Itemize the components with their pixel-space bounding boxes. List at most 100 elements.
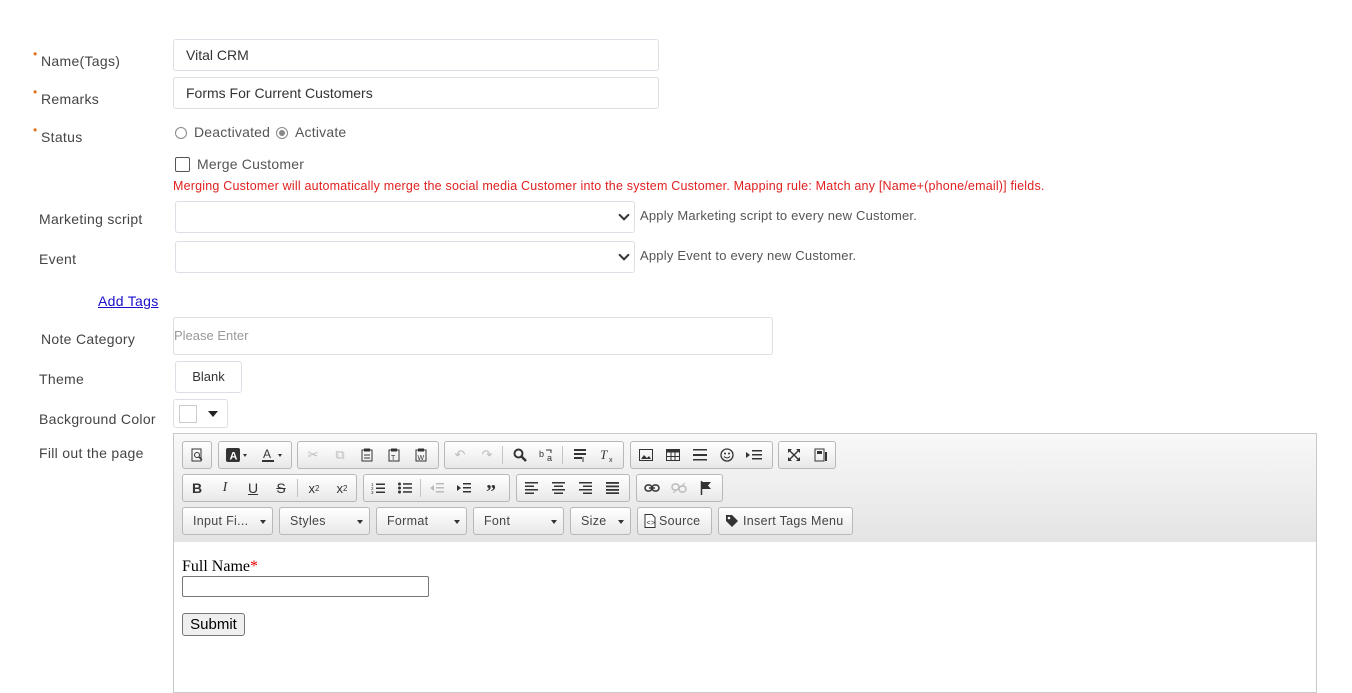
full-name-input[interactable]	[182, 576, 429, 597]
toolbar-group-view	[778, 441, 836, 469]
preview-icon[interactable]	[186, 445, 208, 465]
caret-down-icon	[618, 520, 624, 524]
font-dropdown[interactable]: Font	[473, 507, 564, 535]
anchor-flag-icon[interactable]	[695, 478, 717, 498]
replace-icon[interactable]: ba	[536, 445, 558, 465]
svg-text:T: T	[391, 455, 396, 462]
status-radio-activate[interactable]	[276, 127, 288, 139]
note-category-input[interactable]: Please Enter	[173, 317, 773, 355]
blockquote-icon[interactable]: ”	[480, 478, 502, 502]
toolbar-group-preview	[182, 441, 212, 469]
image-icon[interactable]	[635, 445, 657, 465]
status-label: Status	[41, 129, 83, 145]
svg-text:<>: <>	[647, 520, 656, 527]
source-button-label: Source	[659, 514, 701, 528]
event-hint: Apply Event to every new Customer.	[640, 248, 857, 263]
bold-icon[interactable]: B	[186, 478, 208, 498]
redo-icon[interactable]: ↷	[476, 445, 498, 465]
styles-dropdown-label: Styles	[290, 514, 326, 528]
indent-icon[interactable]	[453, 478, 475, 498]
background-color-icon[interactable]: A	[222, 445, 252, 465]
bullet-list-icon[interactable]	[394, 478, 416, 498]
theme-select-button[interactable]: Blank	[175, 361, 242, 393]
styles-dropdown[interactable]: Styles	[279, 507, 370, 535]
strikethrough-icon[interactable]: S	[270, 478, 292, 498]
name-input[interactable]: Vital CRM	[173, 39, 659, 71]
select-all-icon[interactable]	[569, 445, 591, 465]
subscript-icon[interactable]: x2	[303, 478, 325, 498]
text-color-icon[interactable]: A	[258, 445, 288, 465]
svg-text:A: A	[263, 448, 271, 461]
note-category-label: Note Category	[41, 331, 136, 347]
remarks-input[interactable]: Forms For Current Customers	[173, 77, 659, 109]
cut-icon[interactable]: ✂	[302, 445, 324, 465]
source-button[interactable]: <> Source	[637, 507, 712, 535]
align-justify-icon[interactable]	[601, 478, 623, 498]
insert-tags-menu-button[interactable]: Insert Tags Menu	[718, 507, 853, 535]
svg-text:x: x	[609, 457, 613, 462]
required-marker: •	[33, 47, 38, 61]
fill-page-label: Fill out the page	[39, 445, 144, 461]
link-icon[interactable]	[641, 478, 663, 498]
show-blocks-icon[interactable]	[810, 445, 832, 465]
editor-content[interactable]: Full Name* Submit	[174, 542, 1316, 692]
format-dropdown[interactable]: Format	[376, 507, 467, 535]
unlink-icon[interactable]	[668, 478, 690, 498]
find-icon[interactable]	[509, 445, 531, 465]
font-dropdown-label: Font	[484, 514, 511, 528]
toolbar-group-lists: 123 ”	[363, 474, 510, 502]
toolbar-group-links	[636, 474, 723, 502]
toolbar-separator	[297, 479, 298, 497]
size-dropdown[interactable]: Size	[570, 507, 631, 535]
horizontal-line-icon[interactable]	[689, 445, 711, 465]
submit-button[interactable]: Submit	[182, 613, 245, 636]
required-marker: •	[33, 123, 38, 137]
full-name-text: Full Name	[182, 558, 250, 575]
undo-icon[interactable]: ↶	[449, 445, 471, 465]
chevron-down-icon	[618, 209, 630, 221]
merge-customer-checkbox[interactable]	[175, 157, 190, 172]
chevron-down-icon	[618, 249, 630, 261]
paste-text-icon[interactable]: T	[383, 445, 405, 465]
toolbar-group-basic-styles: B I U S x2 x2	[182, 474, 357, 502]
required-marker: •	[33, 85, 38, 99]
marketing-script-select[interactable]	[175, 201, 635, 233]
align-right-icon[interactable]	[574, 478, 596, 498]
table-icon[interactable]	[662, 445, 684, 465]
marketing-script-label: Marketing script	[39, 211, 143, 227]
toolbar-separator	[502, 446, 503, 464]
add-tags-link[interactable]: Add Tags	[98, 293, 159, 309]
svg-text:b: b	[539, 449, 544, 459]
italic-icon[interactable]: I	[214, 478, 236, 498]
align-left-icon[interactable]	[520, 478, 542, 498]
merge-customer-label: Merge Customer	[197, 156, 305, 172]
toolbar-group-insert	[630, 441, 773, 469]
paste-icon[interactable]	[356, 445, 378, 465]
outdent-icon[interactable]	[426, 478, 448, 498]
remove-format-icon[interactable]: Tx	[596, 445, 618, 465]
format-dropdown-label: Format	[387, 514, 429, 528]
size-dropdown-label: Size	[581, 514, 607, 528]
numbered-list-icon[interactable]: 123	[367, 478, 389, 498]
smiley-icon[interactable]	[716, 445, 738, 465]
svg-text:a: a	[547, 453, 552, 462]
rich-text-editor: A A ✂ ⧉ T W ↶ ↷ b a T x B I U S x 2 x 2 …	[173, 433, 1317, 693]
svg-text:W: W	[418, 455, 425, 462]
toolbar-separator	[420, 479, 421, 497]
underline-icon[interactable]: U	[242, 478, 264, 498]
event-label: Event	[39, 251, 77, 267]
note-category-placeholder: Please Enter	[174, 328, 249, 343]
event-select[interactable]	[175, 241, 635, 273]
background-color-label: Background Color	[39, 411, 156, 427]
status-radio-deactivated[interactable]	[175, 127, 187, 139]
caret-down-icon	[551, 520, 557, 524]
superscript-icon[interactable]: x2	[331, 478, 353, 498]
page-break-icon[interactable]	[743, 445, 765, 465]
copy-icon[interactable]: ⧉	[329, 445, 351, 465]
background-color-picker[interactable]	[173, 399, 228, 428]
input-fields-dropdown[interactable]: Input Fi...	[182, 507, 273, 535]
color-swatch	[179, 405, 197, 423]
maximize-icon[interactable]	[783, 445, 805, 465]
align-center-icon[interactable]	[547, 478, 569, 498]
paste-word-icon[interactable]: W	[410, 445, 432, 465]
